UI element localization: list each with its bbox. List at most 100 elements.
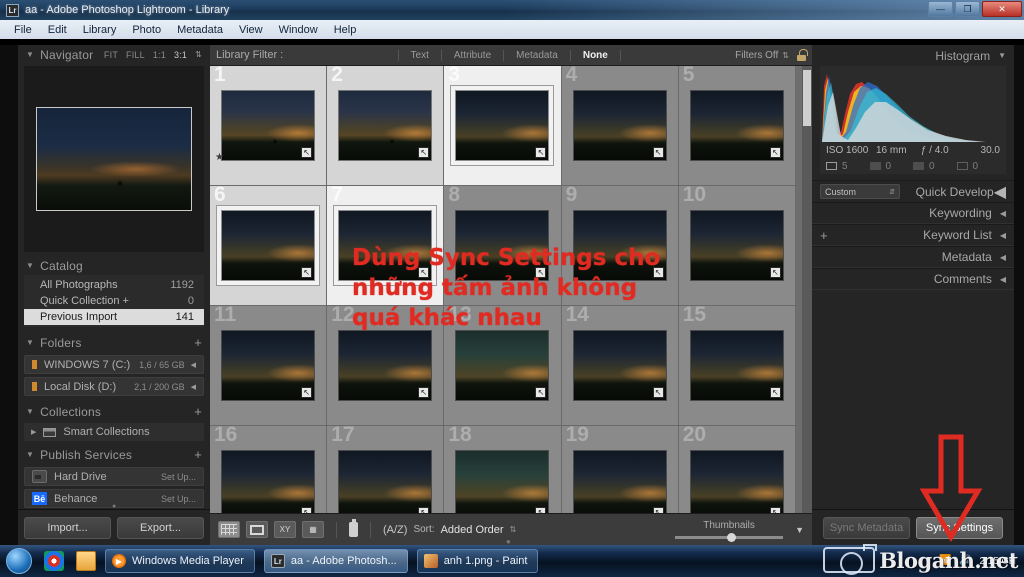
thumbnail-image[interactable]: ↖ [573, 91, 666, 160]
thumbnail-image[interactable]: ↖ [456, 211, 549, 280]
taskbar-button-windows-media-player[interactable]: ▶ Windows Media Player [105, 549, 255, 573]
folder-local-disk-d[interactable]: Local Disk (D:) 2,1 / 200 GB ◀ [24, 377, 204, 396]
catalog-item-quick-collection[interactable]: Quick Collection + 0 [24, 293, 204, 309]
zoom-stepper-icon[interactable]: ⇅ [195, 50, 202, 59]
filters-state[interactable]: Filters Off [735, 50, 778, 61]
sort-direction-icon[interactable]: (A/Z) [383, 524, 407, 536]
grid-cell[interactable]: 1 ↖ ★ [210, 66, 328, 186]
zoom-fill[interactable]: FILL [126, 50, 145, 60]
thumbnail-image[interactable]: ↖ [573, 331, 666, 400]
grid-cell[interactable]: 3 ↖ [444, 66, 562, 186]
close-button[interactable]: ✕ [982, 1, 1022, 17]
develop-badge-icon[interactable]: ↖ [418, 387, 430, 398]
grid-view-icon[interactable] [218, 521, 240, 538]
develop-badge-icon[interactable]: ↖ [652, 267, 664, 278]
right-panel-edge[interactable] [1014, 45, 1024, 545]
scrollbar-thumb[interactable] [803, 70, 811, 126]
develop-badge-icon[interactable]: ↖ [535, 267, 547, 278]
left-panel-edge[interactable] [0, 45, 18, 545]
develop-badge-icon[interactable]: ↖ [301, 147, 313, 158]
thumbnail-image[interactable]: ↖ [456, 331, 549, 400]
grid-cell[interactable]: 19 ↖ [561, 423, 679, 513]
develop-badge-icon[interactable]: ↖ [652, 147, 664, 158]
volume-icon[interactable]: 🔊 [959, 555, 972, 568]
develop-badge-icon[interactable]: ↖ [301, 267, 313, 278]
develop-badge-icon[interactable]: ↖ [535, 387, 547, 398]
grid-cell[interactable]: 20 ↖ [678, 423, 796, 513]
add-collection-icon[interactable]: + [194, 405, 202, 418]
thumbnail-grid[interactable]: 1 ↖ ★ 2 ↖ 3 ↖ 4 ↖ 5 ↖ 6 ↖ 7 ↖ 8 ↖ 9 ↖ 10… [210, 66, 812, 513]
chevron-left-icon[interactable]: ◀ [994, 182, 1006, 202]
grid-cell[interactable]: 10 ↖ [678, 183, 796, 306]
taskbar-button-lightroom[interactable]: Lr aa - Adobe Photosh... [263, 549, 408, 573]
add-publish-service-icon[interactable]: + [194, 448, 202, 461]
thumbnail-image[interactable]: ↖ [690, 91, 783, 160]
catalog-header[interactable]: ▼ Catalog [18, 256, 210, 275]
thumbnail-image[interactable]: ↖ [222, 331, 315, 400]
grid-cell[interactable]: 15 ↖ [678, 303, 796, 426]
grid-cell[interactable]: 16 ↖ [210, 423, 328, 513]
publish-service-hard-drive[interactable]: Hard Drive Set Up... [24, 467, 204, 486]
collection-smart-collections[interactable]: ▶ Smart Collections [24, 423, 204, 441]
section-comments[interactable]: Comments ◀ [812, 268, 1014, 290]
thumbnail-image[interactable]: ↖ [339, 451, 432, 513]
chrome-icon[interactable] [44, 551, 64, 571]
grid-cell[interactable]: 12 ↖ [327, 303, 445, 426]
collections-header[interactable]: ▼ Collections + [18, 402, 210, 421]
sort-value[interactable]: Added Order [441, 524, 504, 536]
thumbnail-image[interactable]: ↖ [222, 211, 315, 280]
thumbnail-size-slider[interactable] [675, 533, 784, 542]
publish-services-header[interactable]: ▼ Publish Services + [18, 445, 210, 464]
preset-select[interactable]: Custom ⇵ [820, 184, 900, 199]
start-orb-icon[interactable] [6, 548, 32, 574]
grid-cell[interactable]: 4 ↖ [561, 66, 679, 186]
grid-cell[interactable]: 17 ↖ [327, 423, 445, 513]
develop-badge-icon[interactable]: ↖ [418, 267, 430, 278]
minimize-button[interactable]: — [928, 1, 953, 17]
grid-cell[interactable]: 9 ↖ [561, 183, 679, 306]
thumbnail-image[interactable]: ↖ [339, 91, 432, 160]
filter-tab-text[interactable]: Text [407, 50, 433, 61]
thumbnail-image[interactable]: ↖ [222, 451, 315, 513]
histogram-graph[interactable] [820, 66, 1006, 142]
taskbar-button-paint[interactable]: anh 1.png - Paint [416, 549, 539, 573]
sort-stepper-icon[interactable]: ⇅ [510, 525, 517, 534]
catalog-item-all-photographs[interactable]: All Photographs 1192 [24, 277, 204, 293]
thumbnail-image[interactable]: ↖ [456, 451, 549, 513]
folder-windows-7-c[interactable]: WINDOWS 7 (C:) 1,6 / 65 GB ◀ [24, 355, 204, 374]
filter-tab-attribute[interactable]: Attribute [450, 50, 495, 61]
loupe-view-icon[interactable] [246, 521, 268, 538]
filter-tab-metadata[interactable]: Metadata [512, 50, 562, 61]
menu-help[interactable]: Help [326, 23, 365, 37]
sync-settings-button[interactable]: Sync Settings [916, 516, 1003, 539]
flag-icon[interactable]: ★ [215, 152, 224, 163]
filters-stepper-icon[interactable]: ⇅ [782, 51, 789, 60]
grid-cell[interactable]: 5 ↖ [678, 66, 796, 186]
sync-metadata-button[interactable]: Sync Metadata [823, 516, 910, 539]
menu-file[interactable]: File [6, 23, 40, 37]
toolbar-toggle-icon[interactable]: ▼ [795, 525, 804, 535]
thumbnail-image[interactable]: ↖ [573, 451, 666, 513]
grid-cell[interactable]: 13 ↖ [444, 303, 562, 426]
section-keyword-list[interactable]: + Keyword List ◀ [812, 224, 1014, 246]
menu-view[interactable]: View [231, 23, 271, 37]
navigator-preview[interactable] [24, 66, 204, 252]
grid-cell[interactable]: 7 ↖ [327, 183, 445, 306]
navigator-header[interactable]: ▼ Navigator FIT FILL 1:1 3:1 ⇅ [18, 45, 210, 64]
thumbnail-image[interactable]: ↖ [456, 91, 549, 160]
left-panel-resize-grip[interactable]: ● [112, 503, 122, 510]
thumbnail-image[interactable]: ↖ [339, 211, 432, 280]
develop-badge-icon[interactable]: ↖ [769, 267, 781, 278]
zoom-1-1[interactable]: 1:1 [153, 50, 166, 60]
publish-service-action[interactable]: Set Up... [161, 472, 196, 482]
chevron-left-icon[interactable]: ◀ [1000, 253, 1006, 262]
grid-cell[interactable]: 14 ↖ [561, 303, 679, 426]
survey-view-icon[interactable]: ▦ [302, 521, 324, 538]
grid-cell[interactable]: 18 ↖ [444, 423, 562, 513]
slider-knob[interactable] [727, 533, 737, 542]
menu-photo[interactable]: Photo [124, 23, 169, 37]
spray-can-icon[interactable] [349, 519, 358, 537]
zoom-3-1[interactable]: 3:1 [174, 50, 187, 60]
restore-button[interactable]: ❐ [955, 1, 980, 17]
network-icon[interactable]: 📶 [939, 555, 952, 568]
